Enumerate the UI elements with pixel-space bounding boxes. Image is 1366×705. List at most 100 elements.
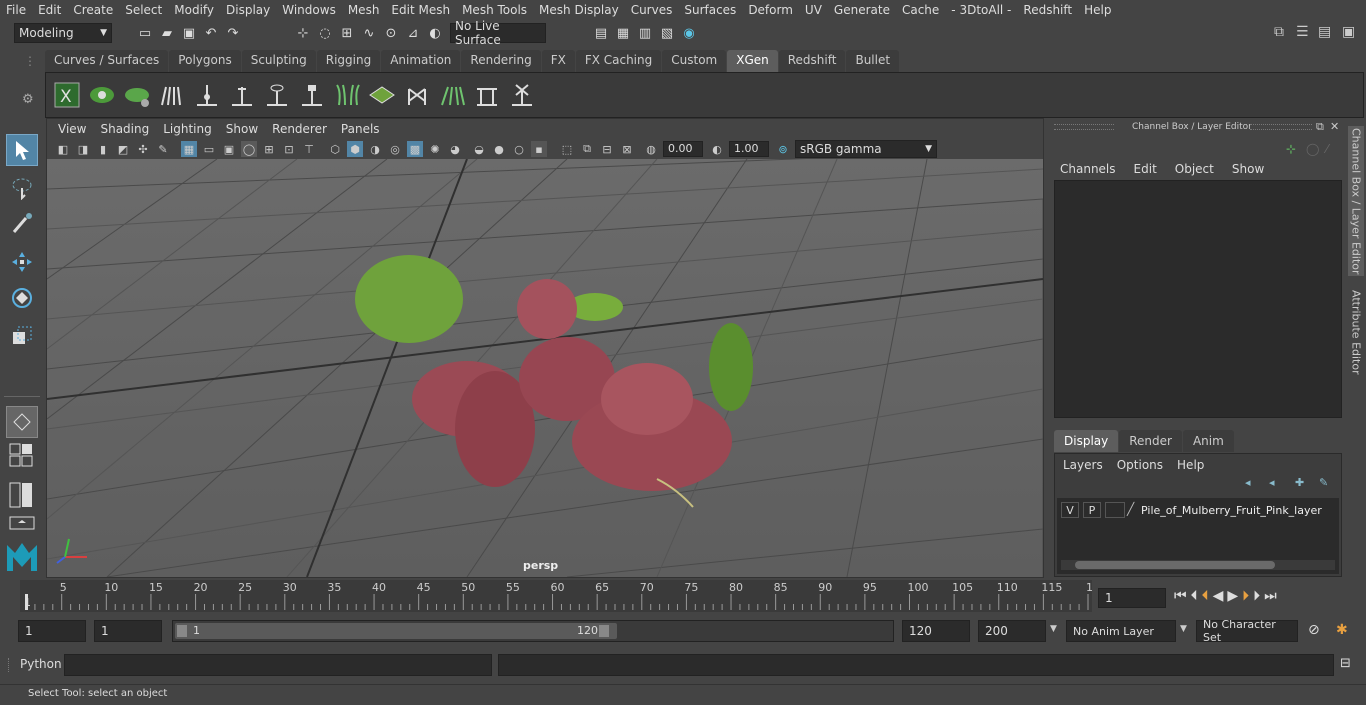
menu-uv[interactable]: UV	[799, 3, 828, 17]
vp-menu-panels[interactable]: Panels	[334, 122, 387, 136]
undo-icon[interactable]: ↶	[202, 24, 220, 42]
image-plane-icon[interactable]: ◩	[115, 141, 131, 157]
layer-display-type-toggle[interactable]	[1105, 502, 1125, 518]
menu-windows[interactable]: Windows	[276, 3, 342, 17]
xgen-preview-icon[interactable]	[85, 78, 119, 112]
close-icon[interactable]: ✕	[1330, 120, 1339, 133]
isolate-select-icon[interactable]: ⬚	[559, 141, 575, 157]
xgen-guide-visibility-icon[interactable]	[260, 78, 294, 112]
menu-select[interactable]: Select	[119, 3, 168, 17]
new-scene-icon[interactable]: ▭	[136, 24, 154, 42]
snap-surface-icon[interactable]: ◐	[426, 24, 444, 42]
tab-display[interactable]: Display	[1054, 430, 1119, 452]
safe-action-icon[interactable]: ⊡	[281, 141, 297, 157]
end-time-field[interactable]: 200	[978, 620, 1046, 642]
render-frame-icon[interactable]: ▤	[592, 24, 610, 42]
xgen-clumping-icon[interactable]	[435, 78, 469, 112]
bookmark-icon[interactable]: ▮	[95, 141, 111, 157]
xgen-place-guide-icon[interactable]	[190, 78, 224, 112]
range-slider[interactable]: 1 120	[172, 620, 894, 642]
shelf-tab-xgen[interactable]: XGen	[727, 50, 778, 72]
snap-curve-icon[interactable]: ∿	[360, 24, 378, 42]
xray-icon[interactable]: ⧉	[579, 141, 595, 157]
anim-prefs-icon[interactable]: ✱	[1336, 622, 1348, 638]
menu-help[interactable]: Help	[1078, 3, 1117, 17]
exposure-icon[interactable]: ◍	[643, 141, 659, 157]
menu-file[interactable]: File	[0, 3, 32, 17]
chevron-down-icon[interactable]: ▼	[1050, 624, 1057, 634]
menu-generate[interactable]: Generate	[828, 3, 896, 17]
resolution-gate-icon[interactable]: ▣	[221, 141, 237, 157]
lasso-select-icon[interactable]: ◌	[316, 24, 334, 42]
single-perspective-layout-button[interactable]	[6, 406, 38, 438]
perspective-viewport[interactable]: persp	[47, 159, 1043, 577]
anim-layer-dropdown[interactable]: No Anim Layer	[1066, 620, 1176, 642]
layer-menu-help[interactable]: Help	[1177, 458, 1204, 472]
snap-grid-icon[interactable]: ⊞	[338, 24, 356, 42]
play-forwards-icon[interactable]: ▶	[1227, 588, 1238, 604]
camera-attributes-icon[interactable]: ◨	[75, 141, 91, 157]
move-layer-up-icon[interactable]: ◂	[1245, 476, 1251, 489]
cb-menu-show[interactable]: Show	[1232, 162, 1264, 176]
rotate-tool-button[interactable]	[6, 282, 38, 314]
new-layer-selected-icon[interactable]: ✎	[1319, 476, 1328, 489]
vp-menu-view[interactable]: View	[51, 122, 93, 136]
wireframe-on-shaded-icon[interactable]: ◎	[387, 141, 403, 157]
shelf-tab-sculpting[interactable]: Sculpting	[241, 50, 316, 72]
wireframe-icon[interactable]: ⬡	[327, 141, 343, 157]
ipr-render-icon[interactable]: ▥	[636, 24, 654, 42]
outliner-layout-button[interactable]	[6, 480, 38, 510]
shadows-icon[interactable]: ◕	[447, 141, 463, 157]
layer-row[interactable]: V P ╱ Pile_of_Mulberry_Fruit_Pink_layer	[1061, 501, 1335, 519]
horizontal-scrollbar[interactable]	[1061, 560, 1335, 570]
menu-edit[interactable]: Edit	[32, 3, 67, 17]
xgen-leaf-icon[interactable]	[120, 78, 154, 112]
colorspace-dropdown[interactable]: sRGB gamma ▼	[795, 140, 937, 158]
shelf-tab-animation[interactable]: Animation	[381, 50, 461, 72]
range-slider-handle[interactable]	[175, 623, 617, 639]
cb-menu-object[interactable]: Object	[1175, 162, 1214, 176]
shelf-tab-curves-surfaces[interactable]: Curves / Surfaces	[45, 50, 169, 72]
menu-redshift[interactable]: Redshift	[1017, 3, 1078, 17]
step-back-frame-icon[interactable]: ⏴	[1202, 588, 1209, 604]
menu-cache[interactable]: Cache	[896, 3, 945, 17]
2d-pan-zoom-icon[interactable]: ✣	[135, 141, 151, 157]
layer-menu-layers[interactable]: Layers	[1063, 458, 1103, 472]
motion-blur-icon[interactable]: ●	[491, 141, 507, 157]
menu-curves[interactable]: Curves	[625, 3, 679, 17]
command-input[interactable]	[64, 654, 492, 676]
menu-mesh-display[interactable]: Mesh Display	[533, 3, 625, 17]
playback-start-field[interactable]: 1	[94, 620, 162, 642]
manipulator-icon[interactable]: ⊹	[1286, 142, 1296, 156]
depth-of-field-icon[interactable]: ▪	[531, 141, 547, 157]
hypershade-icon[interactable]: ◉	[680, 24, 698, 42]
open-scene-icon[interactable]: ▰	[158, 24, 176, 42]
hyper-icon[interactable]: ⁄	[1326, 142, 1328, 156]
film-gate-icon[interactable]: ▭	[201, 141, 217, 157]
new-layer-icon[interactable]: ✚	[1295, 476, 1304, 489]
menu-display[interactable]: Display	[220, 3, 276, 17]
menu-deform[interactable]: Deform	[742, 3, 799, 17]
xgen-density-icon[interactable]	[365, 78, 399, 112]
xray-joints-icon[interactable]: ⊟	[599, 141, 615, 157]
step-back-key-icon[interactable]: ⏴	[1191, 588, 1198, 604]
render-settings-icon[interactable]: ▧	[658, 24, 676, 42]
redo-icon[interactable]: ↷	[224, 24, 242, 42]
start-time-field[interactable]: 1	[18, 620, 86, 642]
xgen-delete-guide-icon[interactable]	[505, 78, 539, 112]
xgen-cut-icon[interactable]	[400, 78, 434, 112]
vp-menu-show[interactable]: Show	[219, 122, 265, 136]
shelf-tab-rigging[interactable]: Rigging	[316, 50, 381, 72]
xgen-interactive-groom-icon[interactable]	[470, 78, 504, 112]
render-view-icon[interactable]: ▦	[614, 24, 632, 42]
channel-layout-icon[interactable]: ▤	[1318, 24, 1331, 40]
move-layer-down-icon[interactable]: ◂	[1269, 476, 1275, 489]
safe-title-icon[interactable]: ⊤	[301, 141, 317, 157]
go-to-start-icon[interactable]: ⏮	[1174, 588, 1187, 604]
side-tab-attribute-editor[interactable]: Attribute Editor	[1348, 284, 1364, 380]
play-backwards-icon[interactable]: ◀	[1213, 588, 1224, 604]
scale-tool-button[interactable]	[6, 320, 38, 352]
menu-mesh-tools[interactable]: Mesh Tools	[456, 3, 533, 17]
tab-anim[interactable]: Anim	[1182, 430, 1234, 452]
chevron-down-icon[interactable]: ▼	[1180, 624, 1187, 634]
